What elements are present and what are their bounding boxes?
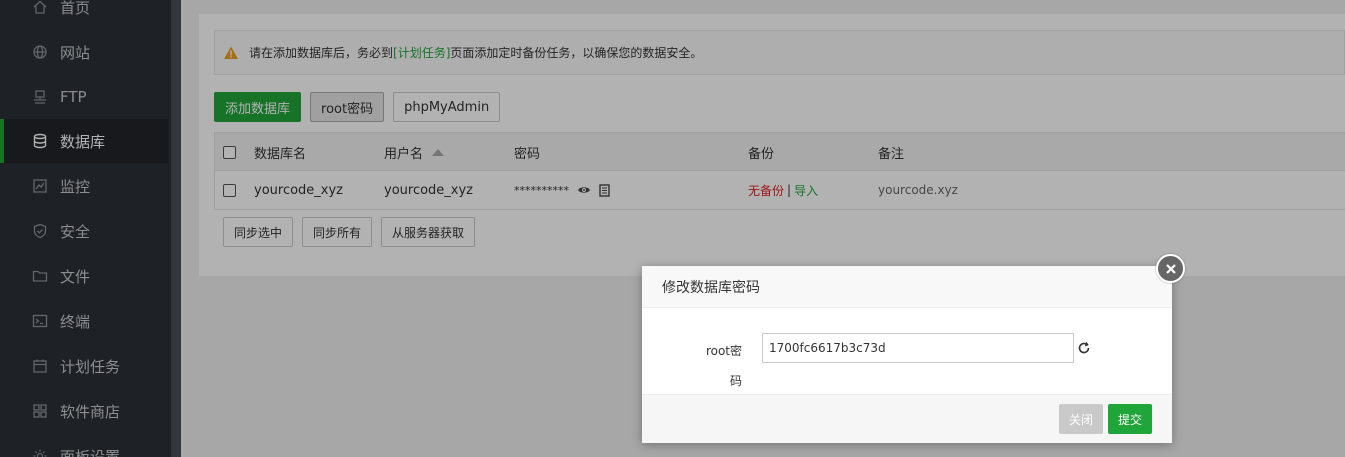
root-password-input[interactable] [762, 333, 1074, 363]
close-button[interactable]: 关闭 [1058, 404, 1103, 434]
dialog-title: 修改数据库密码 [642, 266, 1172, 308]
dialog-footer: 关闭 提交 [642, 394, 1172, 443]
submit-button[interactable]: 提交 [1107, 404, 1152, 434]
root-password-label: root密码 [705, 344, 742, 388]
dialog-body: root密码 [642, 308, 1172, 394]
close-icon[interactable] [1156, 254, 1185, 283]
refresh-icon[interactable] [1076, 340, 1092, 356]
change-password-dialog: 修改数据库密码 root密码 关闭 提交 [642, 266, 1172, 443]
